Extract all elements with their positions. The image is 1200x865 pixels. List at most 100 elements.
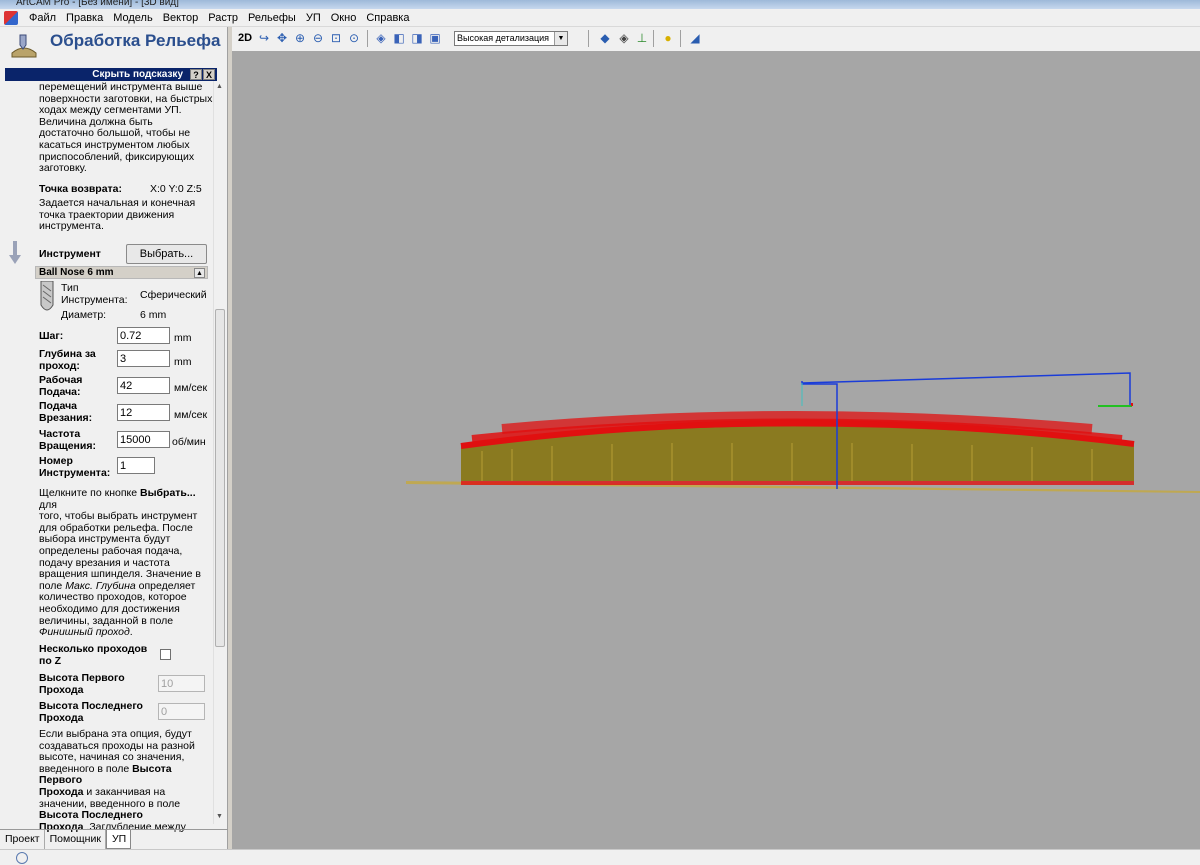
multi-pass-label-1: Несколько проходов xyxy=(39,643,148,655)
spindle-input[interactable] xyxy=(117,431,170,448)
simulate-icon[interactable]: ◢ xyxy=(687,30,703,46)
hint-line: необходимо для достижения xyxy=(39,602,180,615)
view-iso-icon[interactable]: ◈ xyxy=(373,30,389,46)
step-input[interactable] xyxy=(117,327,170,344)
3d-viewport[interactable] xyxy=(232,51,1200,849)
help-icon[interactable]: ? xyxy=(190,69,202,80)
view-front-icon[interactable]: ◧ xyxy=(391,30,407,46)
hint-line: Задается начальная и конечная xyxy=(39,197,196,209)
hint-line: перемещений инструмента выше xyxy=(39,81,203,93)
menu-window[interactable]: Окно xyxy=(326,10,362,26)
feed-label-1: Рабочая xyxy=(39,374,83,386)
hint-bold: Выбрать... xyxy=(140,487,196,499)
info-icon xyxy=(16,852,28,864)
multi-pass-label-2: по Z xyxy=(39,655,62,667)
hint-bar: Скрыть подсказку ? X xyxy=(5,68,217,81)
tool-select-hint: Щелкните по кнопке Выбрать... для того, … xyxy=(39,487,211,639)
tab-toolpaths[interactable]: УП xyxy=(105,830,132,849)
hint-bold: Высота Последнего xyxy=(39,809,143,822)
hint-line: Если выбрана эта опция, будут xyxy=(39,728,192,740)
view-2d-button[interactable]: 2D xyxy=(236,30,254,46)
last-height-input[interactable] xyxy=(158,703,205,720)
plunge-label-1: Подача xyxy=(39,400,78,412)
view-top-icon[interactable]: ▣ xyxy=(427,30,443,46)
spindle-unit: об/мин xyxy=(172,436,206,448)
collapse-icon[interactable]: ▲ xyxy=(194,268,205,278)
tool-type-label-2: Инструмента: xyxy=(61,294,128,306)
depth-label-1: Глубина за xyxy=(39,348,96,360)
zoom-out-icon[interactable]: ⊖ xyxy=(310,30,326,46)
detail-level-select[interactable]: Высокая детализация ▼ xyxy=(454,31,568,46)
menu-help[interactable]: Справка xyxy=(361,10,414,26)
toolbar-separator xyxy=(367,30,368,47)
first-height-input[interactable] xyxy=(158,675,205,692)
tool-header: Ball Nose 6 mm ▲ xyxy=(35,266,208,279)
tab-assistant[interactable]: Помощник xyxy=(45,830,106,849)
toolbar-separator xyxy=(680,30,681,47)
tab-project[interactable]: Проект xyxy=(0,830,45,849)
status-bar xyxy=(0,849,1200,865)
hint-line: касаться инструментом любых xyxy=(39,138,190,151)
hint-line: введенного в поле Высота Первого xyxy=(39,763,211,787)
menu-model[interactable]: Модель xyxy=(108,10,157,26)
home-hint: Задается начальная и конечная точка трае… xyxy=(39,197,196,233)
zoom-box-icon[interactable]: ⊡ xyxy=(328,30,344,46)
window-title: ArtCAM Pro - [Без имени] - [3D вид] xyxy=(16,0,179,8)
toolpath-preview xyxy=(406,372,1200,493)
tool-number-input[interactable] xyxy=(117,457,155,474)
hint-line: инструмента. xyxy=(39,220,104,233)
arrow-down-icon xyxy=(9,241,21,264)
depth-input[interactable] xyxy=(117,350,170,367)
menu-edit[interactable]: Правка xyxy=(61,10,108,26)
grid-icon[interactable]: ◈ xyxy=(616,30,632,46)
menu-bar: Файл Правка Модель Вектор Растр Рельефы … xyxy=(0,9,1200,27)
toolbar-separator xyxy=(588,30,589,47)
toolnum-label-1: Номер xyxy=(39,455,73,467)
plunge-input[interactable] xyxy=(117,404,170,421)
scroll-down-icon[interactable]: ▼ xyxy=(216,813,223,820)
panel-title: Обработка Рельефа xyxy=(50,31,221,50)
step-unit: mm xyxy=(174,332,192,344)
hint-text: . xyxy=(129,626,133,639)
hint-italic: Макс. Глубина xyxy=(65,579,136,592)
hint-italic: Финишный проход xyxy=(39,626,130,639)
pan-icon[interactable]: ✥ xyxy=(274,30,290,46)
depth-label-2: проход: xyxy=(39,360,80,372)
view-toolbar: 2D ↪ ✥ ⊕ ⊖ ⊡ ⊙ ◈ ◧ ◨ ▣ Высокая детализац… xyxy=(232,27,1200,51)
rotate-icon[interactable]: ↪ xyxy=(256,30,272,46)
first-height-label-1: Высота Первого xyxy=(39,672,125,684)
app-icon[interactable] xyxy=(4,10,18,25)
show-relief-icon[interactable]: ◆ xyxy=(597,30,613,46)
menu-toolpaths[interactable]: УП xyxy=(301,10,326,26)
chevron-down-icon[interactable]: ▼ xyxy=(554,32,567,45)
menu-file[interactable]: Файл xyxy=(24,10,61,26)
panel-scrollbar[interactable]: ▲ ▼ xyxy=(213,81,225,824)
axes-icon[interactable]: ⊥ xyxy=(634,30,650,46)
scroll-thumb[interactable] xyxy=(215,309,225,647)
hint-line: Прохода и заканчивая на xyxy=(39,786,211,799)
multi-pass-checkbox[interactable] xyxy=(160,649,171,660)
menu-relief[interactable]: Рельефы xyxy=(243,10,301,26)
relief-machining-icon xyxy=(11,34,37,58)
menu-vector[interactable]: Вектор xyxy=(158,10,204,26)
multi-pass-hint: Если выбрана эта опция, будут создаватьс… xyxy=(39,728,211,833)
scroll-up-icon[interactable]: ▲ xyxy=(216,83,223,90)
close-icon[interactable]: X xyxy=(203,69,215,80)
tool-diameter-value: 6 mm xyxy=(140,309,167,321)
zoom-fit-icon[interactable]: ⊙ xyxy=(346,30,362,46)
assistant-panel: Обработка Рельефа Скрыть подсказку ? X ▲… xyxy=(0,27,228,849)
zoom-in-icon[interactable]: ⊕ xyxy=(292,30,308,46)
menu-bitmap[interactable]: Растр xyxy=(203,10,243,26)
hint-text: Щелкните по кнопке xyxy=(39,487,140,499)
view-side-icon[interactable]: ◨ xyxy=(409,30,425,46)
plunge-label-2: Врезания: xyxy=(39,412,93,424)
detail-level-value: Высокая детализация xyxy=(457,33,550,43)
select-tool-button[interactable]: Выбрать... xyxy=(126,244,207,264)
ball-nose-tool-icon xyxy=(40,281,54,311)
tool-name: Ball Nose 6 mm xyxy=(39,267,114,278)
feed-input[interactable] xyxy=(117,377,170,394)
last-height-label-1: Высота Последнего xyxy=(39,700,143,712)
hide-hint-label[interactable]: Скрыть подсказку xyxy=(92,68,183,81)
light-bulb-icon[interactable]: ● xyxy=(660,30,676,46)
tool-type-label-1: Тип xyxy=(61,282,79,294)
